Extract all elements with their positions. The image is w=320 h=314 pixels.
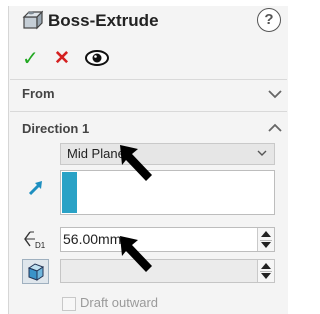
selection-highlight xyxy=(62,172,77,213)
depth-spinner[interactable] xyxy=(257,228,274,251)
draft-on-off-button[interactable] xyxy=(22,259,49,284)
draft-angle-input[interactable] xyxy=(60,259,275,283)
feature-title: Boss-Extrude xyxy=(48,11,159,30)
depth-d1-icon: D1 xyxy=(24,231,46,249)
spin-down-icon[interactable] xyxy=(261,242,271,248)
divider xyxy=(10,79,287,80)
reverse-direction-icon[interactable] xyxy=(26,178,46,198)
chevron-up-icon[interactable] xyxy=(268,123,282,133)
help-button[interactable]: ? xyxy=(257,8,281,32)
draft-spinner[interactable] xyxy=(257,260,274,282)
pointer-arrow-icon xyxy=(120,145,152,181)
depth-value: 56.00mm xyxy=(63,231,122,247)
spin-down-icon[interactable] xyxy=(261,273,271,279)
depth-icon-label: D1 xyxy=(35,241,46,249)
cancel-button[interactable]: ✕ xyxy=(54,49,70,68)
end-condition-value: Mid Plane xyxy=(67,146,125,161)
direction-selection-box[interactable] xyxy=(60,170,275,215)
section-from-label[interactable]: From xyxy=(22,86,55,101)
end-condition-select[interactable]: Mid Plane xyxy=(60,143,275,165)
spin-up-icon[interactable] xyxy=(261,263,271,269)
chevron-down-icon[interactable] xyxy=(268,89,282,99)
draft-cube-icon xyxy=(27,263,45,281)
spin-up-icon[interactable] xyxy=(261,231,271,237)
ok-button[interactable]: ✓ xyxy=(22,49,39,69)
divider xyxy=(10,111,287,112)
pointer-arrow-icon xyxy=(120,236,152,272)
draft-outward-checkbox[interactable] xyxy=(62,297,76,311)
draft-outward-label: Draft outward xyxy=(80,295,159,310)
preview-eye-icon[interactable] xyxy=(84,48,110,68)
depth-input[interactable]: 56.00mm xyxy=(60,227,275,252)
boss-extrude-icon xyxy=(22,10,43,30)
section-direction1-label[interactable]: Direction 1 xyxy=(22,121,89,136)
chevron-down-icon xyxy=(257,150,267,156)
